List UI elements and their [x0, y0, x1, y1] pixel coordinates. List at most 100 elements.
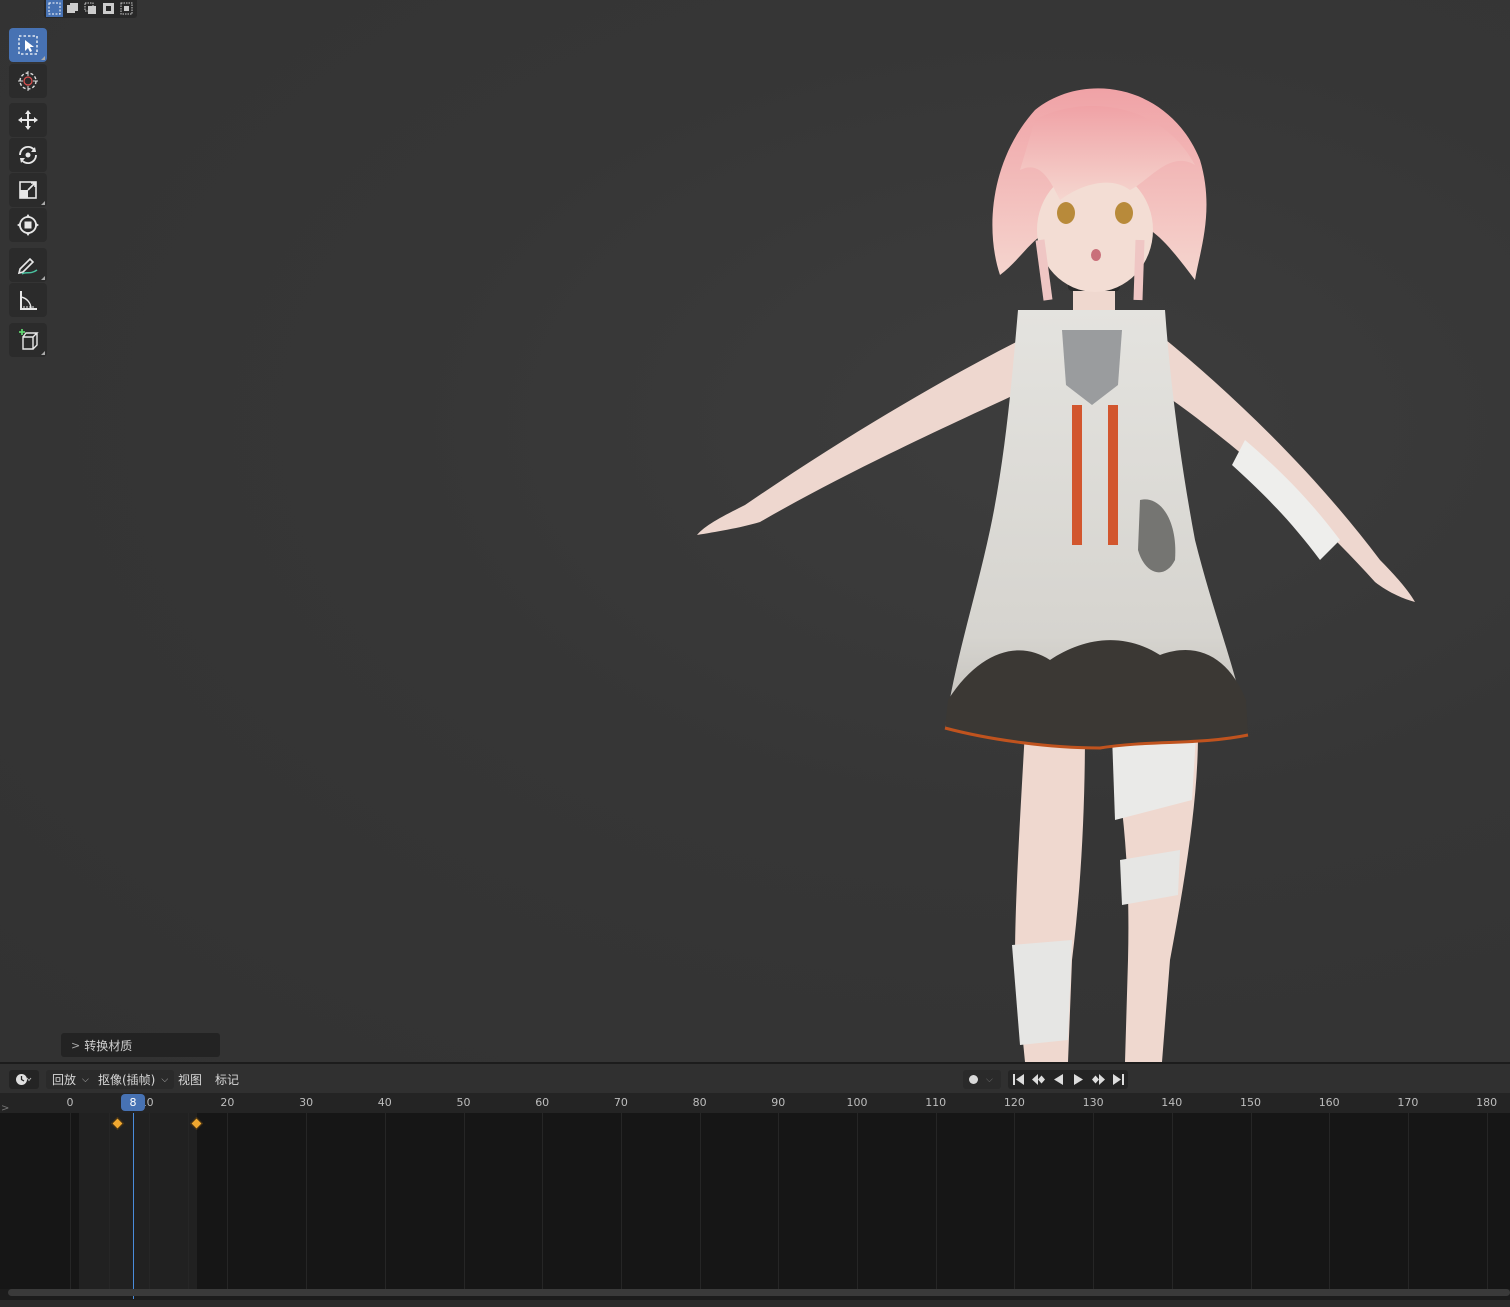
- status-bar: [0, 1300, 1510, 1307]
- gridline: [1093, 1113, 1095, 1289]
- jump-end-icon: [1112, 1074, 1124, 1085]
- gridline: [148, 1113, 150, 1289]
- ruler-label-40: 40: [377, 1096, 392, 1109]
- select-extend-icon[interactable]: [64, 0, 81, 17]
- play-reverse-button[interactable]: [1048, 1070, 1068, 1089]
- last-operation-panel[interactable]: > 转换材质: [61, 1033, 220, 1057]
- next-keyframe-icon: [1091, 1074, 1105, 1085]
- chevron-right-icon: >: [71, 1038, 81, 1052]
- annotate-tool[interactable]: [9, 248, 47, 282]
- gridline: [620, 1113, 622, 1289]
- out-of-range-right: [197, 1113, 1510, 1289]
- ruler-label-100: 100: [846, 1096, 868, 1109]
- keying-menu-label: 抠像(插帧): [98, 1073, 156, 1087]
- gridline: [935, 1113, 937, 1289]
- ruler-label-140: 140: [1161, 1096, 1183, 1109]
- gridline-minor: [188, 1113, 190, 1289]
- ruler-label-180: 180: [1476, 1096, 1498, 1109]
- select-invert-icon[interactable]: [100, 0, 117, 17]
- select-box-tool[interactable]: [9, 28, 47, 62]
- ruler-label-30: 30: [299, 1096, 314, 1109]
- measure-tool[interactable]: [9, 283, 47, 317]
- ruler-label-50: 50: [456, 1096, 471, 1109]
- play-reverse-icon: [1053, 1074, 1063, 1085]
- select-new-icon[interactable]: [46, 0, 63, 17]
- ruler-label-130: 130: [1082, 1096, 1104, 1109]
- frame-range: [79, 1113, 197, 1289]
- transform-icon: [17, 214, 39, 236]
- chevron-down-icon: ⌵: [986, 1074, 993, 1085]
- playhead[interactable]: [132, 1113, 134, 1299]
- ruler-label-170: 170: [1397, 1096, 1419, 1109]
- timeline-editor[interactable]: > 0 20 30 40 50 60 70 80 90 100 110 120 130 140 150 160…: [0, 1093, 1510, 1307]
- move-icon: [18, 110, 38, 130]
- record-icon: [969, 1075, 978, 1084]
- gridline: [699, 1113, 701, 1289]
- ruler-label-90: 90: [771, 1096, 786, 1109]
- ruler-label-70: 70: [613, 1096, 628, 1109]
- chevron-down-icon: ⌵: [82, 1074, 89, 1085]
- out-of-range-left: [0, 1113, 79, 1289]
- move-tool[interactable]: [9, 103, 47, 137]
- gridline: [1014, 1113, 1016, 1289]
- chevron-down-icon: ⌵: [161, 1074, 169, 1085]
- gridline: [463, 1113, 465, 1289]
- prev-keyframe-button[interactable]: [1028, 1070, 1048, 1089]
- ruler-label-150: 150: [1240, 1096, 1261, 1109]
- gridline: [778, 1113, 780, 1289]
- playback-menu[interactable]: 回放 ⌵: [46, 1070, 95, 1089]
- character-model[interactable]: [690, 80, 1430, 1062]
- cursor-tool[interactable]: [9, 64, 47, 98]
- play-button[interactable]: [1068, 1070, 1088, 1089]
- horizontal-scrollbar[interactable]: [8, 1289, 1510, 1296]
- frame-ruler[interactable]: > 0 20 30 40 50 60 70 80 90 100 110 120 130 140 150 160…: [0, 1093, 1510, 1114]
- prev-keyframe-icon: [1031, 1074, 1045, 1085]
- gridline: [1329, 1113, 1331, 1289]
- gridline: [1407, 1113, 1409, 1289]
- gridline: [227, 1113, 229, 1289]
- ruler-label-110: 110: [925, 1096, 947, 1109]
- 3d-viewport[interactable]: > 转换材质: [0, 0, 1510, 1062]
- transform-tool[interactable]: [9, 208, 47, 242]
- marker-menu[interactable]: 标记: [209, 1070, 245, 1089]
- gridline: [857, 1113, 858, 1289]
- jump-start-button[interactable]: [1008, 1070, 1028, 1089]
- gridline: [70, 1113, 71, 1289]
- editor-type-button[interactable]: [9, 1070, 39, 1089]
- jump-start-icon: [1012, 1074, 1024, 1085]
- gridline: [1486, 1113, 1488, 1289]
- rotate-tool[interactable]: [9, 138, 47, 172]
- ruler-label-120: 120: [1003, 1096, 1025, 1109]
- next-keyframe-button[interactable]: [1088, 1070, 1108, 1089]
- chevron-right-icon: >: [1, 1103, 10, 1114]
- gridline: [1171, 1113, 1173, 1289]
- jump-end-button[interactable]: [1108, 1070, 1128, 1089]
- ruler-label-0: 0: [66, 1096, 74, 1109]
- scale-tool[interactable]: [9, 173, 47, 207]
- select-subtract-icon[interactable]: [82, 0, 99, 17]
- clock-icon: [16, 1074, 32, 1085]
- scale-icon: [19, 181, 37, 199]
- add-cube-tool[interactable]: [9, 323, 47, 357]
- gridline: [542, 1113, 544, 1289]
- current-frame-indicator[interactable]: 8: [120, 1094, 145, 1111]
- last-operation-label: 转换材质: [84, 1038, 133, 1053]
- auto-keying-toggle[interactable]: ⌵: [963, 1070, 1001, 1089]
- view-menu[interactable]: 视图: [172, 1070, 208, 1089]
- playback-menu-label: 回放: [52, 1073, 77, 1087]
- gridline: [1250, 1113, 1252, 1289]
- rotate-icon: [19, 145, 37, 165]
- selection-mode-bar: [44, 0, 137, 18]
- select-intersect-icon[interactable]: [118, 0, 135, 17]
- keying-menu[interactable]: 抠像(插帧) ⌵: [92, 1070, 175, 1089]
- ruler-label-20: 20: [220, 1096, 235, 1109]
- cursor-icon: [18, 71, 38, 91]
- add-cube-icon: [19, 329, 39, 350]
- gridline-minor: [109, 1113, 111, 1289]
- view-menu-label: 视图: [178, 1073, 203, 1087]
- measure-icon: [20, 291, 37, 310]
- ruler-label-160: 160: [1318, 1096, 1340, 1109]
- marker-menu-label: 标记: [215, 1073, 240, 1087]
- gridline: [384, 1113, 386, 1289]
- gridline: [306, 1113, 308, 1289]
